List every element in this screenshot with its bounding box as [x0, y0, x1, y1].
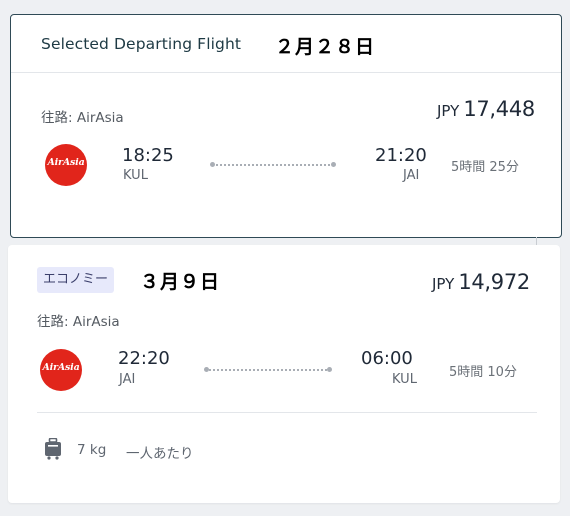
- flight-path-line: [204, 367, 332, 372]
- selected-departing-flight-card[interactable]: Selected Departing Flight ２月２８日 往路: AirA…: [10, 14, 562, 238]
- departing-depart-airport: KUL: [123, 168, 148, 183]
- return-arrive-airport: KUL: [392, 372, 417, 387]
- departing-arrive-time: 21:20: [375, 145, 427, 166]
- return-price-amount: 14,972: [458, 270, 530, 294]
- airasia-logo: AirAsia: [45, 144, 87, 186]
- return-flight-card[interactable]: エコノミー ３月９日 JPY 14,972 往路: AirAsia AirAsia…: [8, 245, 560, 503]
- departing-depart-time: 18:25: [122, 145, 174, 166]
- flight-path-line: [210, 162, 336, 167]
- baggage-weight: 7 kg: [77, 442, 107, 458]
- departing-arrive-airport: JAI: [403, 168, 420, 183]
- luggage-icon: [45, 438, 61, 460]
- airasia-logo-text: AirAsia: [42, 362, 80, 373]
- departing-duration: 5時間 25分: [451, 160, 519, 175]
- return-price: JPY 14,972: [432, 270, 530, 294]
- return-route-label: 往路: AirAsia: [37, 314, 120, 330]
- departing-route-label: 往路: AirAsia: [41, 110, 124, 126]
- departing-price: JPY 17,448: [437, 97, 535, 121]
- departing-date-note: ２月２８日: [275, 36, 376, 58]
- baggage-divider: [37, 412, 537, 413]
- return-depart-airport: JAI: [119, 372, 136, 387]
- departing-price-currency: JPY: [437, 102, 460, 120]
- departing-price-amount: 17,448: [463, 97, 535, 121]
- return-price-currency: JPY: [432, 275, 455, 293]
- return-date-note: ３月９日: [140, 271, 221, 293]
- airasia-logo-text: AirAsia: [47, 157, 85, 168]
- baggage-per-person: 一人あたり: [126, 446, 194, 462]
- cabin-class-badge: エコノミー: [37, 267, 115, 293]
- return-duration: 5時間 10分: [449, 365, 517, 380]
- header-divider: [11, 72, 561, 73]
- return-arrive-time: 06:00: [361, 348, 413, 369]
- airasia-logo: AirAsia: [40, 349, 82, 391]
- return-depart-time: 22:20: [118, 348, 170, 369]
- selected-departing-flight-title: Selected Departing Flight: [41, 35, 242, 53]
